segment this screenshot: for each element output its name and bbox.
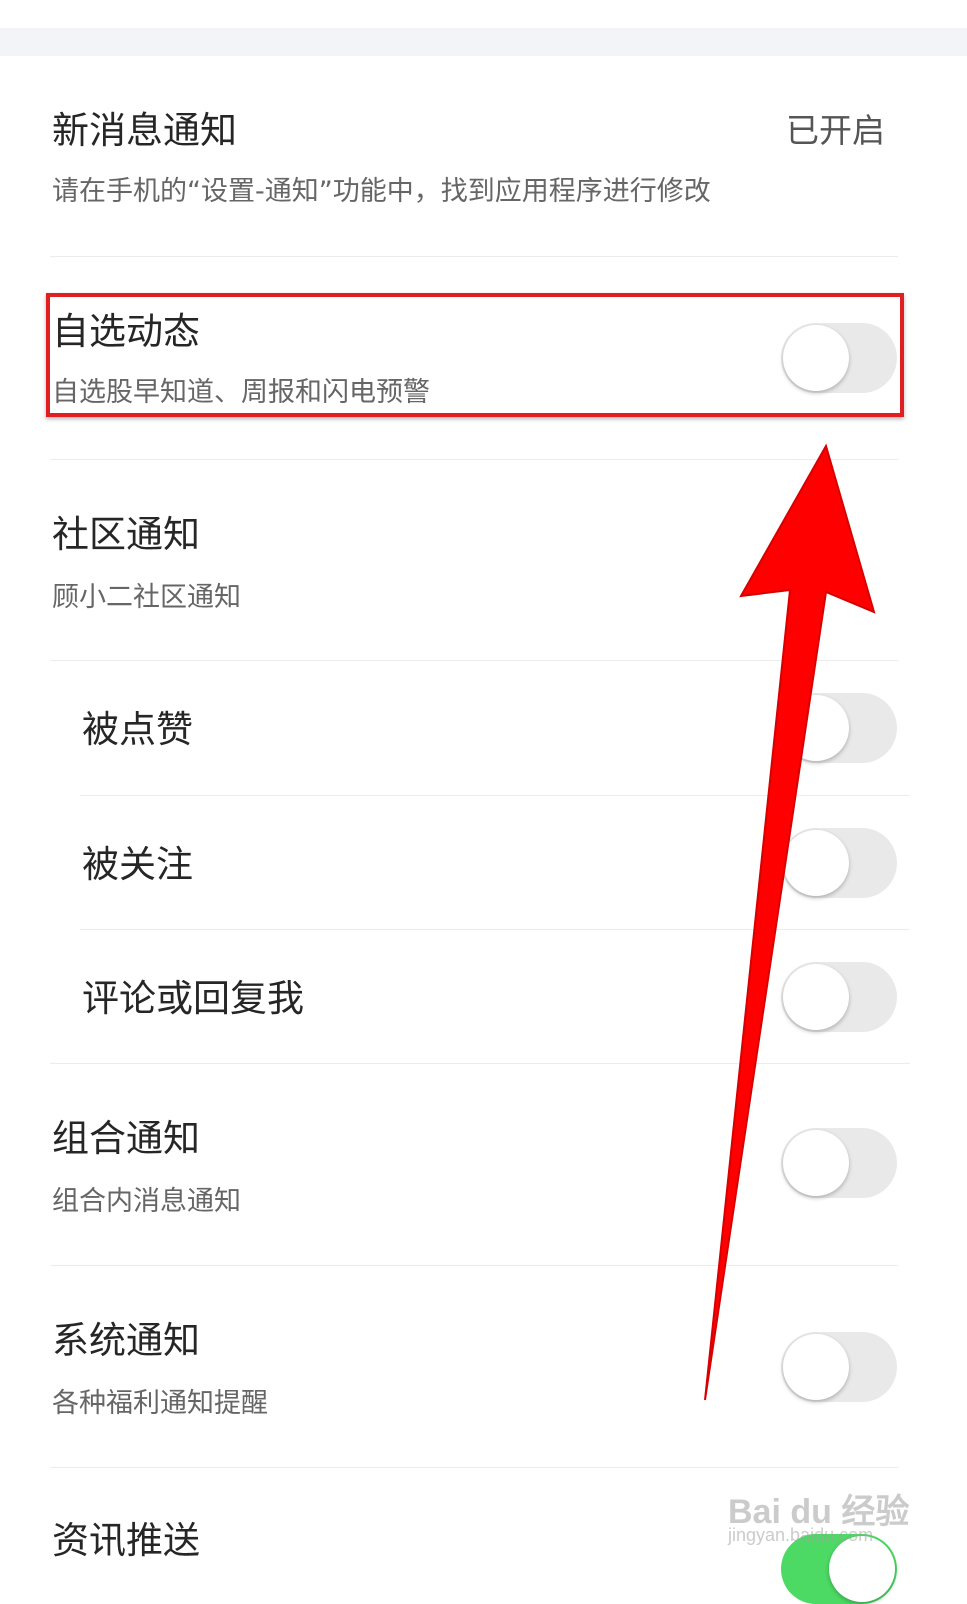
annotation-arrow-shape <box>704 443 876 1401</box>
watermark: Bai du 经验 jingyan.baidu.com <box>728 1470 909 1550</box>
watermark-url: jingyan.baidu.com <box>728 1525 874 1545</box>
annotation-arrow <box>704 443 876 1401</box>
